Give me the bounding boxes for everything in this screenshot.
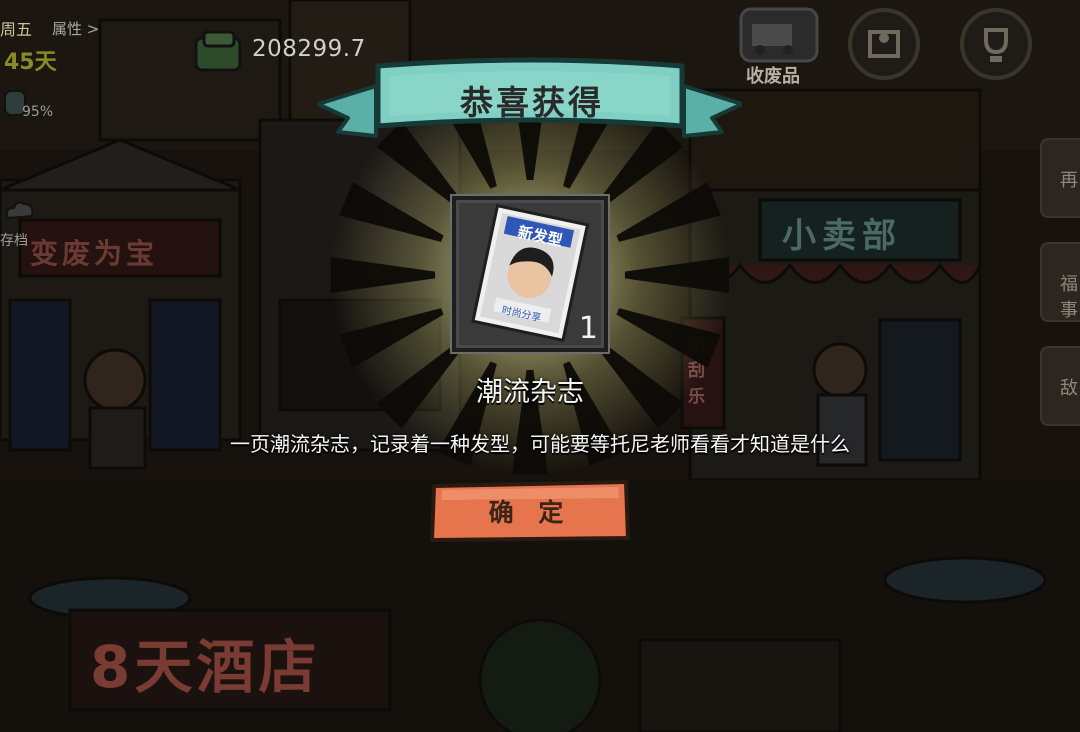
item-count: 1 bbox=[578, 311, 598, 346]
item-description: 一页潮流杂志，记录着一种发型，可能要等托尼老师看看才知道是什么 bbox=[230, 432, 850, 456]
item-name: 潮流杂志 bbox=[476, 377, 584, 408]
confirm-label: 确 定 bbox=[488, 498, 572, 527]
confirm-button[interactable]: 确 定 bbox=[428, 478, 632, 544]
reward-title: 恭喜获得 bbox=[460, 83, 604, 122]
item-slot: 新发型 时尚分享 1 bbox=[452, 196, 608, 352]
game-screen: 周五 属性 > 45天 208299.7 95% 存档 收废品 再 福事 敌 变… bbox=[0, 0, 1080, 732]
